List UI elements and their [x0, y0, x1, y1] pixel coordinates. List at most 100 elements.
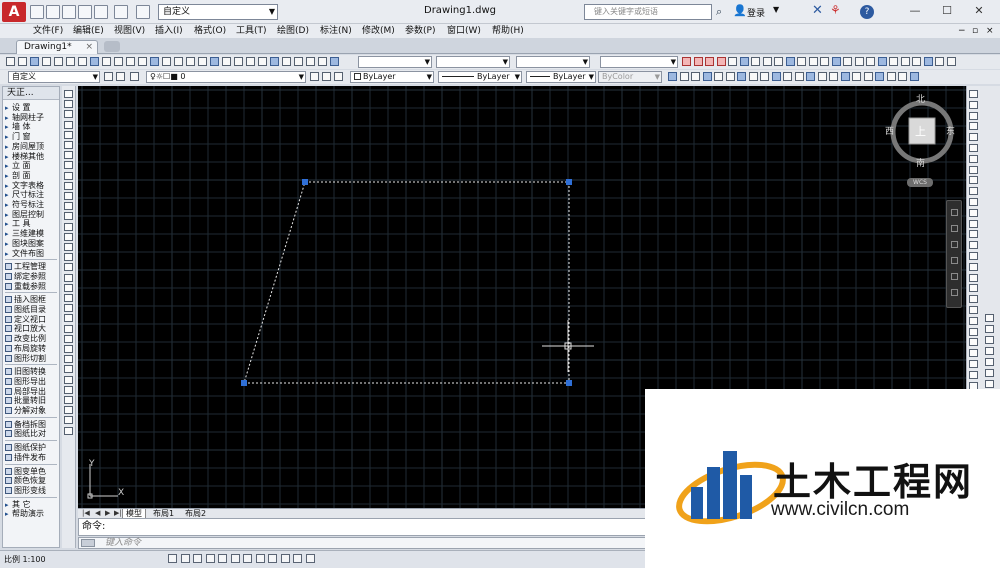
doc-close-icon[interactable]: × — [986, 25, 994, 37]
doc-restore-icon[interactable]: ▫ — [972, 25, 978, 37]
modify-tool-icon[interactable] — [969, 273, 978, 282]
toolbar-icon[interactable] — [310, 72, 319, 81]
palette-header[interactable]: 天正... — [3, 87, 59, 100]
navbar-menu-icon[interactable] — [951, 289, 958, 296]
pan-icon[interactable] — [951, 225, 958, 232]
status-toggle-icon[interactable] — [268, 554, 277, 563]
menu-edit[interactable]: 编辑(E) — [73, 25, 104, 37]
status-toggle-icon[interactable] — [305, 554, 315, 563]
palette-item[interactable]: 图变单色 — [5, 467, 59, 477]
toolbar-icon[interactable] — [783, 72, 792, 81]
toolbar-icon[interactable] — [785, 57, 795, 66]
modify-tool-icon[interactable] — [969, 349, 978, 358]
toolbar-icon[interactable] — [30, 57, 39, 66]
viewcube-top-face[interactable]: 上 — [915, 123, 926, 139]
modify-tool-icon[interactable] — [969, 241, 978, 250]
status-toggle-icon[interactable] — [218, 554, 227, 563]
palette-item[interactable]: ▸ 房间屋顶 — [5, 142, 59, 152]
menu-window[interactable]: 窗口(W) — [447, 25, 481, 37]
toolbar-icon[interactable] — [797, 57, 806, 66]
palette-item[interactable]: 图形变线 — [5, 486, 59, 496]
modify-tool-icon[interactable] — [969, 90, 978, 98]
menu-dimension[interactable]: 标注(N) — [320, 25, 352, 37]
toolbar-icon[interactable] — [282, 57, 291, 66]
toolbar-icon[interactable] — [198, 57, 207, 66]
toolbar-icon[interactable] — [42, 57, 51, 66]
undo-icon[interactable] — [114, 5, 128, 19]
properties-tool-icon[interactable] — [985, 380, 994, 388]
toolbar-icon[interactable] — [306, 57, 315, 66]
palette-item[interactable]: ▸ 文件布图 — [5, 249, 59, 259]
toolbar-icon[interactable] — [114, 57, 123, 66]
first-layout-icon[interactable]: |◀ — [82, 509, 90, 518]
command-customize-icon[interactable] — [81, 539, 95, 547]
toolbar-icon[interactable] — [258, 57, 267, 66]
properties-tool-icon[interactable] — [985, 358, 994, 366]
toolbar-icon[interactable] — [886, 72, 896, 81]
menu-view[interactable]: 视图(V) — [114, 25, 145, 37]
palette-item[interactable]: ▸ 剖 面 — [5, 171, 59, 181]
toolbar-icon[interactable] — [923, 57, 933, 66]
layer-state-select[interactable]: 自定义 ▼ — [8, 71, 100, 83]
modify-tool-icon[interactable] — [969, 111, 978, 120]
user-icon[interactable]: 👤 — [733, 4, 747, 17]
modify-tool-icon[interactable] — [969, 360, 978, 368]
minimize-icon[interactable]: — — [902, 2, 928, 20]
modify-tool-icon[interactable] — [969, 252, 978, 260]
compass-north[interactable]: 北 — [916, 92, 925, 105]
draw-tool-icon[interactable] — [64, 181, 73, 190]
draw-tool-icon[interactable] — [64, 253, 73, 262]
draw-tool-icon[interactable] — [64, 355, 73, 364]
zoom-extents-icon[interactable] — [951, 241, 958, 248]
palette-item[interactable]: 图纸比对 — [5, 429, 59, 439]
draw-tool-icon[interactable] — [64, 263, 73, 272]
toolbar-icon[interactable] — [751, 57, 760, 66]
modify-tool-icon[interactable] — [969, 122, 978, 131]
layer-select[interactable]: ♀☼☐■ 0 ▼ — [146, 71, 306, 83]
toolbar-icon[interactable] — [820, 57, 829, 66]
draw-tool-icon[interactable] — [64, 283, 73, 292]
exchange-apps-icon[interactable]: ✕ — [812, 3, 823, 18]
draw-tool-icon[interactable] — [64, 273, 73, 282]
toolbar-icon[interactable] — [843, 57, 852, 66]
palette-item[interactable]: 重载参照 — [5, 282, 59, 292]
toolbar-icon[interactable] — [162, 57, 171, 66]
menu-help[interactable]: 帮助(H) — [492, 25, 524, 37]
draw-tool-icon[interactable] — [64, 294, 73, 302]
new-tab-button[interactable] — [104, 41, 120, 52]
toolbar-icon[interactable] — [762, 57, 772, 66]
navigation-bar[interactable] — [946, 200, 962, 308]
draw-tool-icon[interactable] — [64, 161, 73, 170]
toolbar-icon[interactable] — [840, 72, 850, 81]
draw-tool-icon[interactable] — [64, 365, 73, 374]
draw-tool-icon[interactable] — [64, 130, 73, 139]
palette-item[interactable]: 图形导出 — [5, 377, 59, 387]
modify-tool-icon[interactable] — [969, 208, 978, 217]
toolbar-icon[interactable] — [714, 72, 723, 81]
workspace-select[interactable]: 自定义 ▼ — [158, 4, 278, 20]
toolbar-icon[interactable] — [829, 72, 838, 81]
toolbar-icon[interactable] — [330, 57, 339, 66]
a360-icon[interactable]: ⚘ — [830, 3, 841, 17]
maximize-icon[interactable]: ☐ — [934, 2, 960, 20]
draw-tool-icon[interactable] — [64, 426, 73, 435]
menu-file[interactable]: 文件(F) — [33, 25, 63, 37]
toolbar-icon[interactable] — [702, 72, 712, 81]
style-select[interactable]: ▼ — [600, 56, 678, 68]
toolbar-icon[interactable] — [866, 57, 875, 66]
status-toggle-icon[interactable] — [255, 554, 265, 563]
palette-item[interactable]: 分解对象 — [5, 406, 59, 416]
save-as-icon[interactable] — [78, 5, 92, 19]
toolbar-icon[interactable] — [771, 72, 781, 81]
palette-item[interactable]: ▸ 墙 体 — [5, 122, 59, 132]
modify-tool-icon[interactable] — [969, 198, 978, 206]
draw-tool-icon[interactable] — [64, 192, 73, 200]
menu-parametric[interactable]: 参数(P) — [405, 25, 435, 37]
palette-item[interactable]: 颜色恢复 — [5, 476, 59, 486]
modify-tool-icon[interactable] — [969, 338, 978, 347]
palette-item[interactable]: ▸ 图层控制 — [5, 210, 59, 220]
modify-tool-icon[interactable] — [969, 219, 978, 228]
toolbar-icon[interactable] — [693, 57, 703, 66]
last-layout-icon[interactable]: ▶| — [114, 509, 122, 518]
compass-south[interactable]: 南 — [916, 156, 925, 169]
